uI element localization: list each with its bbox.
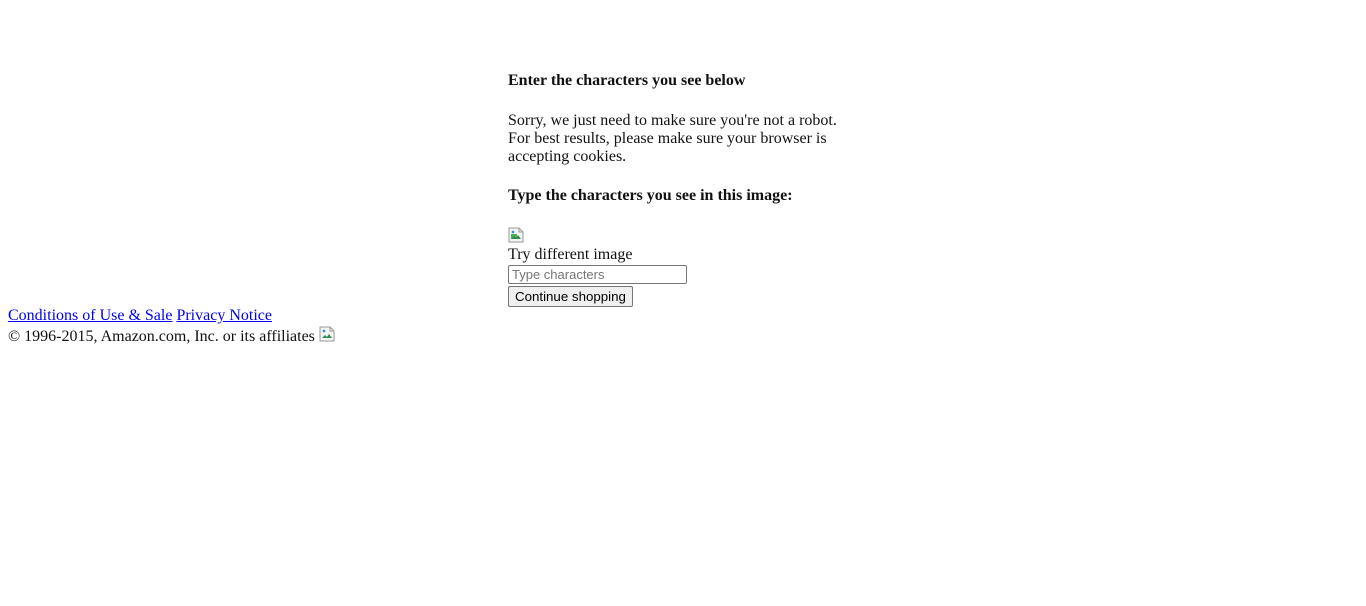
page-heading: Enter the characters you see below: [508, 72, 746, 89]
try-different-image-link[interactable]: Try different image: [508, 246, 632, 264]
footer-links: Conditions of Use & Sale Privacy Notice: [8, 306, 335, 326]
explanation-line-1: Sorry, we just need to make sure you're …: [508, 112, 837, 129]
broken-image-icon: [319, 326, 335, 342]
footer-copyright-line: © 1996-2015, Amazon.com, Inc. or its aff…: [8, 326, 335, 347]
continue-shopping-button[interactable]: Continue shopping: [508, 286, 633, 307]
copyright-text: © 1996-2015, Amazon.com, Inc. or its aff…: [8, 328, 315, 345]
explanation-line-3: accepting cookies.: [508, 148, 627, 165]
page-footer: Conditions of Use & Sale Privacy Notice …: [8, 306, 335, 347]
robot-check-explanation: Sorry, we just need to make sure you're …: [508, 112, 843, 166]
conditions-of-use-link[interactable]: Conditions of Use & Sale: [8, 307, 172, 324]
broken-image-icon: [508, 227, 524, 243]
captcha-instruction: Type the characters you see in this imag…: [508, 187, 793, 204]
captcha-characters-input[interactable]: [508, 265, 687, 284]
privacy-notice-link[interactable]: Privacy Notice: [176, 307, 272, 324]
explanation-line-2: For best results, please make sure your …: [508, 130, 827, 147]
